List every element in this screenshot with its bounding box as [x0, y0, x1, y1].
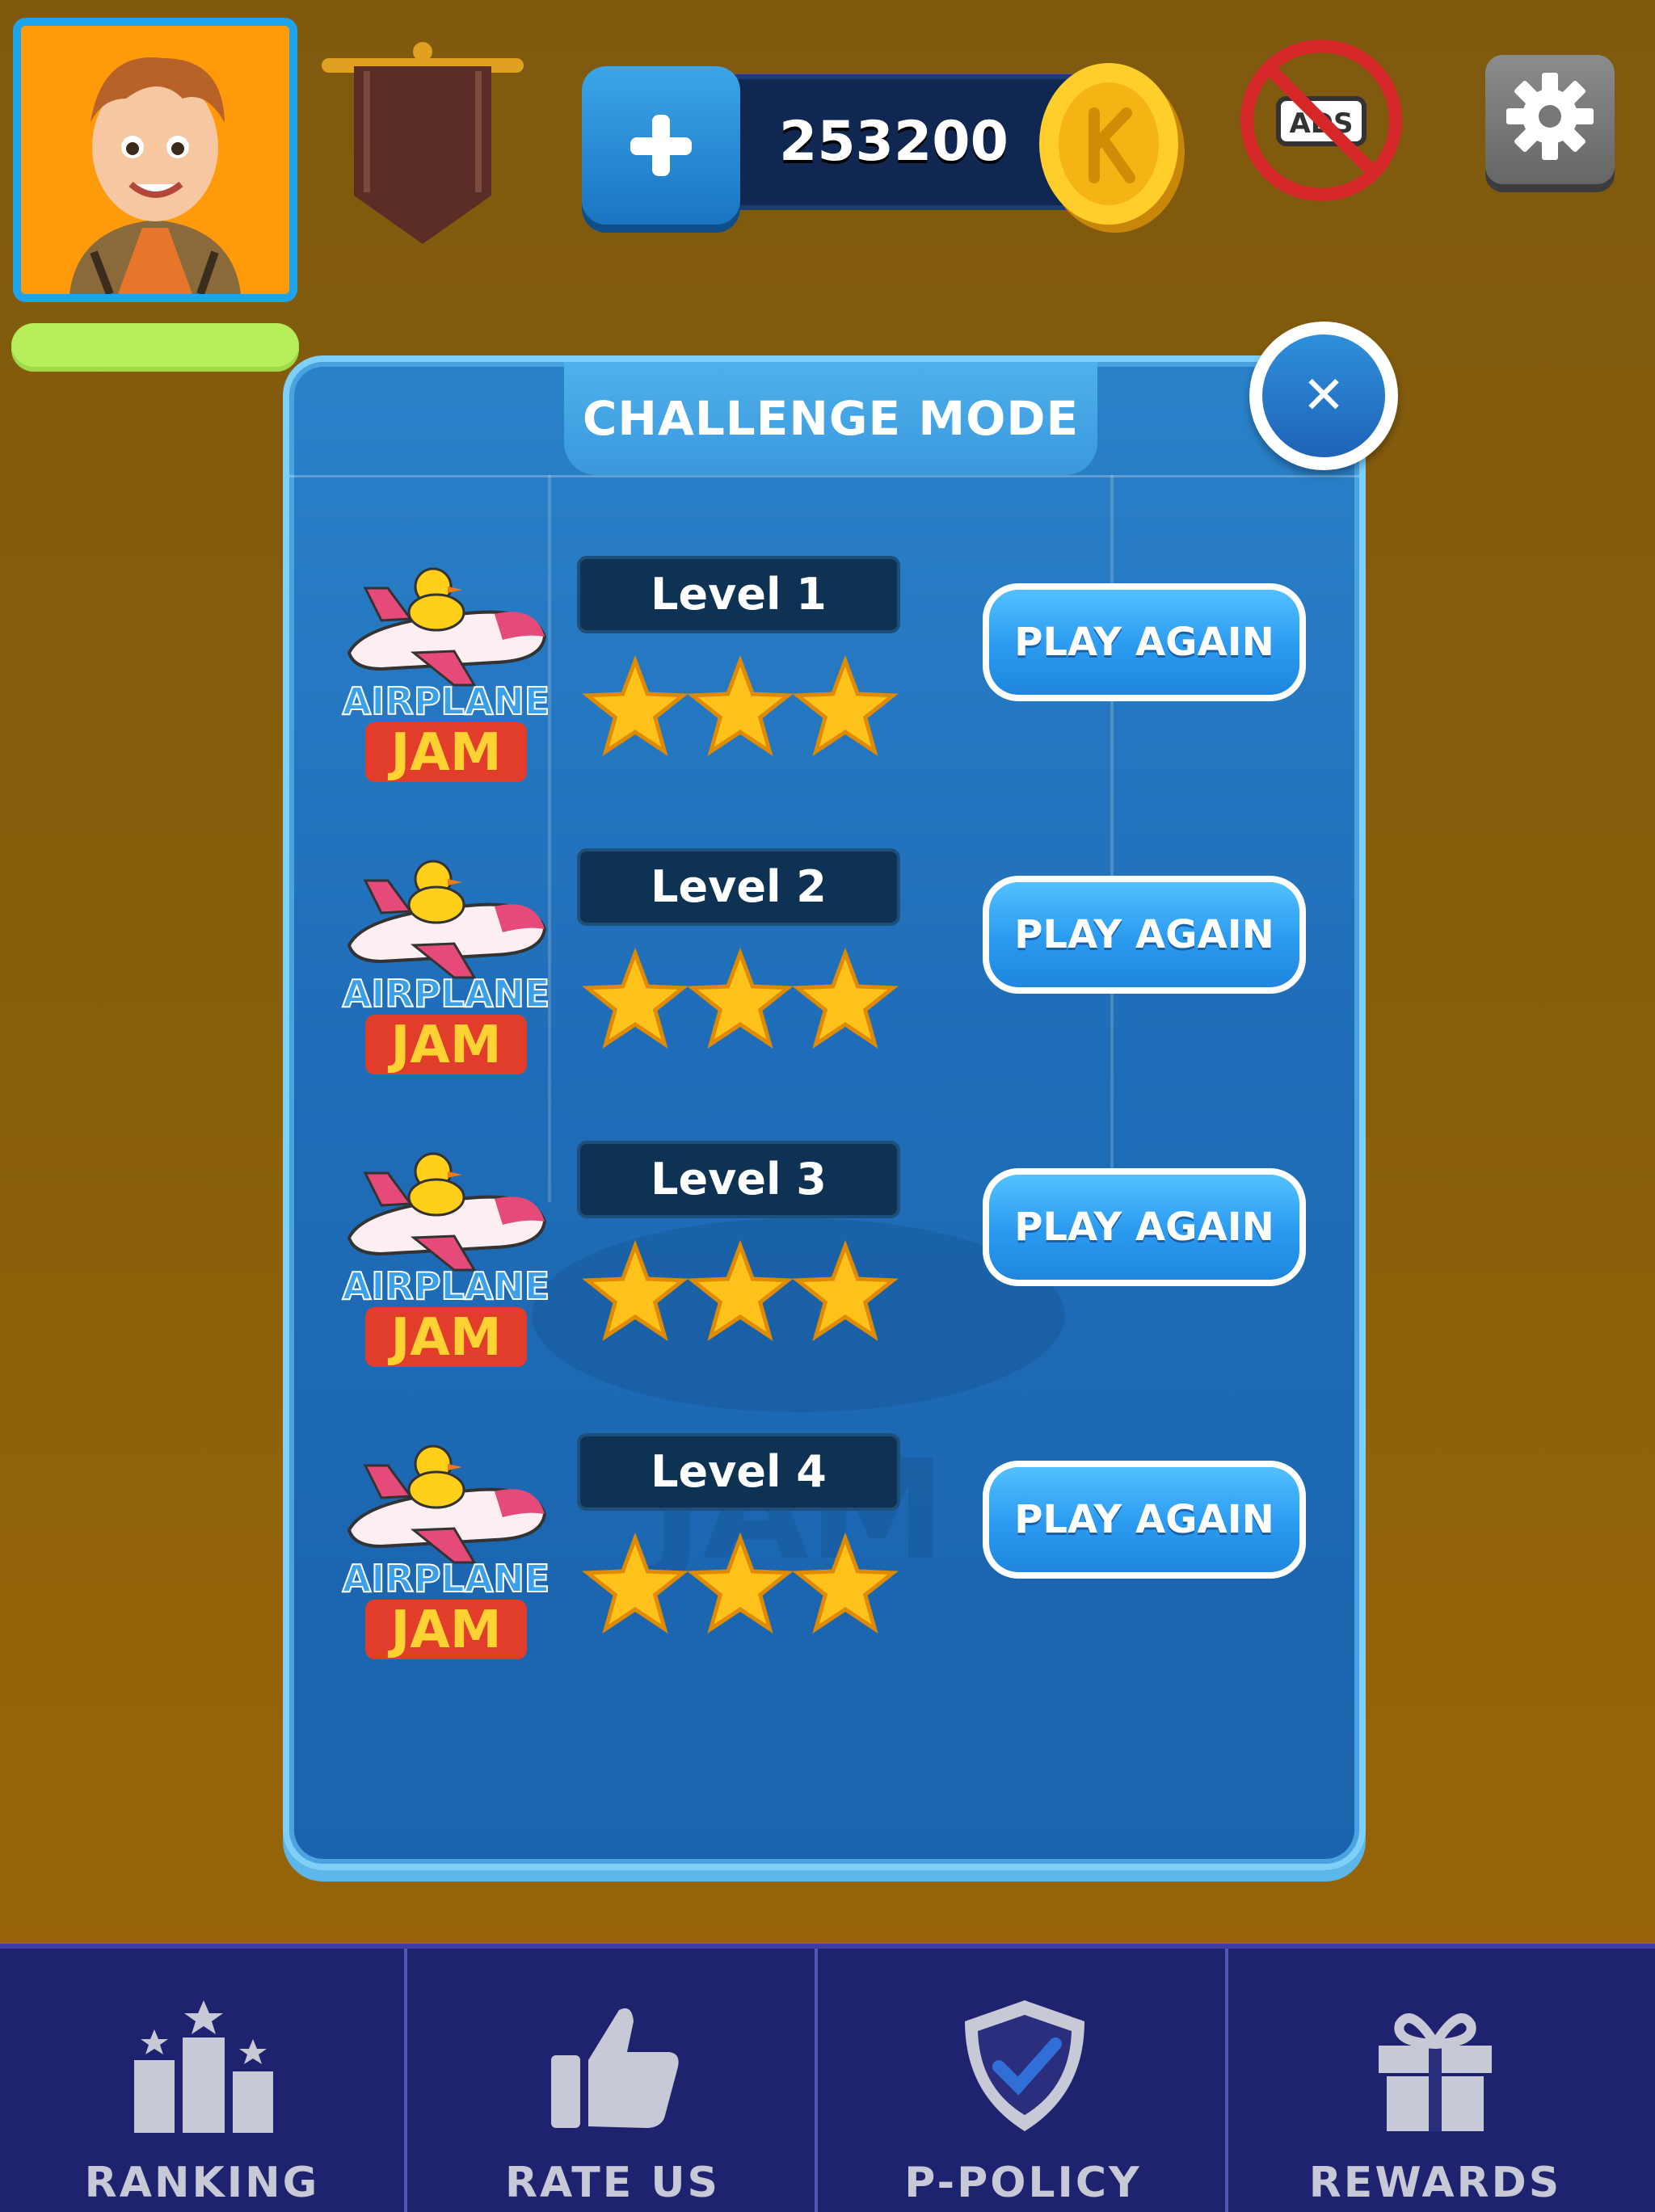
play-again-label: PLAY AGAIN	[1014, 1497, 1274, 1542]
level-label: Level 1	[651, 569, 827, 620]
coin-count: 253200	[779, 110, 1009, 174]
star-icon	[687, 1239, 794, 1341]
play-again-button[interactable]: PLAY AGAIN	[983, 583, 1306, 701]
logo-word-1: AIRPLANE	[343, 1557, 550, 1600]
level-row: AIRPLANE JAM Level 1 PLAY AGAIN	[289, 556, 1359, 831]
airplane-jam-logo: AIRPLANEJAM	[342, 860, 550, 1075]
star-icon	[582, 654, 689, 756]
star-rating	[582, 1239, 899, 1341]
no-ads-icon[interactable]: ADS	[1236, 36, 1406, 205]
airplane-jam-logo: AIRPLANEJAM	[342, 1445, 550, 1660]
level-row: AIRPLANE JAM Level 2 PLAY AGAIN	[289, 848, 1359, 1123]
modal-header: CHALLENGE MODE	[564, 362, 1097, 475]
star-rating	[582, 654, 899, 756]
star-icon	[582, 1532, 689, 1634]
logo-word-1: AIRPLANE	[343, 679, 550, 723]
star-icon	[687, 1532, 794, 1634]
star-rating	[582, 947, 899, 1049]
level-label: Level 2	[651, 861, 827, 912]
star-icon	[792, 947, 899, 1049]
gear-icon	[1506, 73, 1594, 160]
star-icon	[582, 947, 689, 1049]
logo-word-1: AIRPLANE	[343, 972, 550, 1016]
gift-icon	[1379, 2013, 1492, 2131]
play-again-label: PLAY AGAIN	[1014, 1205, 1274, 1250]
close-button-face: ✕	[1262, 334, 1385, 457]
nav-privacy-policy[interactable]: P-POLICY	[821, 1949, 1228, 2212]
airplane-jam-logo: AIRPLANEJAM	[342, 567, 550, 783]
level-badge: Level 4	[577, 1433, 900, 1511]
level-badge: Level 2	[577, 848, 900, 926]
add-coins-button[interactable]	[582, 66, 740, 225]
nav-label: RATE US	[504, 2159, 721, 2207]
level-row: AIRPLANE JAM Level 3 PLAY AGAIN	[289, 1141, 1359, 1415]
nav-label: REWARDS	[1308, 2159, 1562, 2207]
star-icon	[792, 1239, 899, 1341]
nav-rate-us[interactable]: RATE US	[411, 1949, 818, 2212]
logo-word-2: JAM	[387, 1016, 501, 1075]
level-label: Level 4	[651, 1446, 827, 1497]
play-again-button[interactable]: PLAY AGAIN	[983, 1168, 1306, 1286]
logo-word-2: JAM	[387, 723, 501, 783]
nav-label: P-POLICY	[904, 2159, 1142, 2207]
play-again-button[interactable]: PLAY AGAIN	[983, 876, 1306, 994]
shield-check-icon	[965, 2000, 1084, 2131]
podium-icon	[134, 2000, 273, 2133]
player-avatar[interactable]	[13, 18, 297, 302]
modal-title: CHALLENGE MODE	[582, 391, 1080, 446]
coin-counter: 253200	[582, 57, 1188, 242]
close-icon: ✕	[1302, 366, 1345, 426]
nav-ranking[interactable]: RANKING	[0, 1949, 407, 2212]
play-again-label: PLAY AGAIN	[1014, 620, 1274, 665]
level-label: Level 3	[651, 1154, 827, 1205]
xp-progress-bar	[11, 323, 299, 372]
level-badge: Level 3	[577, 1141, 900, 1218]
play-again-button-face: PLAY AGAIN	[989, 882, 1299, 987]
play-again-button-face: PLAY AGAIN	[989, 1467, 1299, 1572]
close-button[interactable]: ✕	[1249, 322, 1398, 470]
play-again-button-face: PLAY AGAIN	[989, 1175, 1299, 1280]
rank-banner-icon[interactable]	[322, 42, 524, 252]
airplane-jam-logo: AIRPLANEJAM	[342, 1152, 550, 1368]
play-again-button[interactable]: PLAY AGAIN	[983, 1461, 1306, 1579]
coin-icon	[1039, 63, 1185, 233]
star-icon	[792, 1532, 899, 1634]
star-rating	[582, 1532, 899, 1634]
bottom-navigation: RANKING RATE US P-POLICY REWARDS	[0, 1944, 1655, 2212]
logo-word-2: JAM	[387, 1308, 501, 1368]
logo-word-2: JAM	[387, 1600, 501, 1660]
header-divider	[289, 475, 1359, 477]
star-icon	[687, 947, 794, 1049]
play-again-label: PLAY AGAIN	[1014, 912, 1274, 957]
player-portrait	[21, 26, 289, 294]
thumbs-up-icon	[551, 2008, 679, 2128]
logo-word-1: AIRPLANE	[343, 1264, 550, 1308]
nav-rewards[interactable]: REWARDS	[1232, 1949, 1639, 2212]
star-icon	[792, 654, 899, 756]
nav-label: RANKING	[84, 2159, 320, 2207]
settings-button[interactable]	[1485, 55, 1615, 184]
play-again-button-face: PLAY AGAIN	[989, 590, 1299, 695]
level-row: AIRPLANE JAM Level 4 PLAY AGAIN	[289, 1433, 1359, 1708]
challenge-mode-modal: CHALLENGE MODE JAM AIRPLANE JAM Level 1 PLA…	[283, 355, 1366, 1870]
star-icon	[687, 654, 794, 756]
level-badge: Level 1	[577, 556, 900, 633]
star-icon	[582, 1239, 689, 1341]
